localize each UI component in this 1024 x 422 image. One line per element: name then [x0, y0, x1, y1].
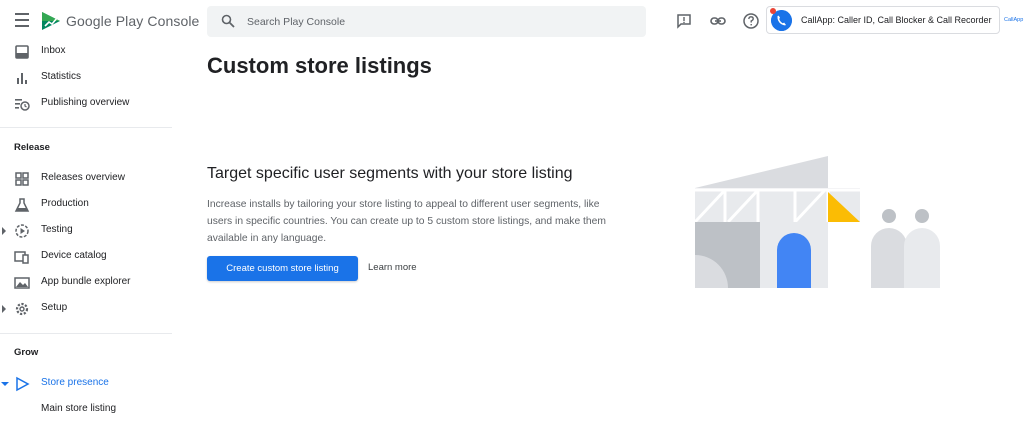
section-title: Target specific user segments with your …	[207, 165, 573, 182]
sidebar-item-testing[interactable]: Testing	[0, 220, 172, 242]
sidebar-item-setup[interactable]: Setup	[0, 298, 172, 320]
sidebar-item-publishing-overview[interactable]: Publishing overview	[0, 93, 172, 115]
sidebar-item-releases-overview[interactable]: Releases overview	[0, 168, 172, 190]
expand-caret-icon[interactable]	[2, 227, 6, 235]
sidebar-divider	[0, 127, 172, 128]
create-custom-store-listing-button[interactable]: Create custom store listing	[207, 256, 358, 281]
help-icon[interactable]	[742, 12, 760, 30]
sidebar-item-production[interactable]: Production	[0, 194, 172, 216]
feedback-icon[interactable]	[675, 12, 693, 30]
sidebar-item-label: Releases overview	[41, 172, 125, 183]
sidebar-item-label: Store presence	[41, 377, 109, 388]
image-icon	[14, 277, 30, 289]
link-icon[interactable]	[709, 12, 727, 30]
section-heading-grow: Grow	[14, 347, 39, 358]
devices-icon	[14, 251, 29, 264]
sidebar-item-app-bundle-explorer[interactable]: App bundle explorer	[0, 272, 172, 294]
sidebar: Google Play Console Inbox Statistics Pub…	[0, 0, 199, 422]
learn-more-link[interactable]: Learn more	[368, 262, 417, 273]
collapse-caret-icon[interactable]	[1, 382, 9, 386]
flask-icon	[14, 198, 30, 212]
app-selector[interactable]: CallApp: Caller ID, Call Blocker & Call …	[766, 6, 1000, 34]
search-input[interactable]	[247, 13, 627, 30]
hamburger-menu-icon[interactable]	[11, 13, 33, 29]
app-name: CallApp: Caller ID, Call Blocker & Call …	[801, 15, 992, 25]
sidebar-item-store-presence[interactable]: Store presence	[0, 373, 172, 395]
section-heading-release: Release	[14, 142, 50, 153]
play-icon	[16, 376, 30, 392]
search-bar[interactable]	[207, 6, 646, 37]
notification-badge	[770, 8, 776, 14]
publishing-overview-icon	[15, 99, 30, 111]
section-description: Increase installs by tailoring your stor…	[207, 199, 606, 244]
grid-icon	[15, 172, 29, 186]
gear-icon	[15, 302, 29, 316]
sidebar-item-label: App bundle explorer	[41, 276, 131, 287]
sidebar-item-label: Setup	[41, 302, 68, 313]
brand-name[interactable]: Google Play Console	[66, 13, 199, 29]
search-icon	[221, 14, 235, 28]
sidebar-item-main-store-listing[interactable]: Main store listing	[0, 399, 172, 421]
brand-header: Google Play Console	[0, 0, 199, 42]
sidebar-item-label: Statistics	[41, 71, 82, 82]
expand-caret-icon[interactable]	[2, 305, 6, 313]
sidebar-item-label: Inbox	[41, 45, 66, 56]
page-title: Custom store listings	[207, 53, 432, 78]
sidebar-item-label: Device catalog	[41, 250, 107, 261]
sidebar-item-label: Testing	[41, 224, 73, 235]
play-console-logo-icon[interactable]	[40, 9, 62, 33]
sidebar-item-label: Publishing overview	[41, 97, 130, 108]
sidebar-item-label: Main store listing	[41, 403, 117, 414]
sidebar-item-inbox[interactable]: Inbox	[0, 41, 172, 63]
sidebar-item-statistics[interactable]: Statistics	[0, 67, 172, 89]
play-circle-icon	[15, 224, 29, 238]
custom-store-listing-illustration	[693, 156, 940, 288]
bar-chart-icon	[17, 73, 27, 84]
inbox-icon	[15, 45, 29, 59]
sidebar-divider	[0, 333, 172, 334]
sidebar-item-device-catalog[interactable]: Device catalog	[0, 246, 172, 268]
sidebar-item-label: Production	[41, 198, 89, 209]
account-avatar[interactable]: CallApp	[1004, 12, 1024, 28]
